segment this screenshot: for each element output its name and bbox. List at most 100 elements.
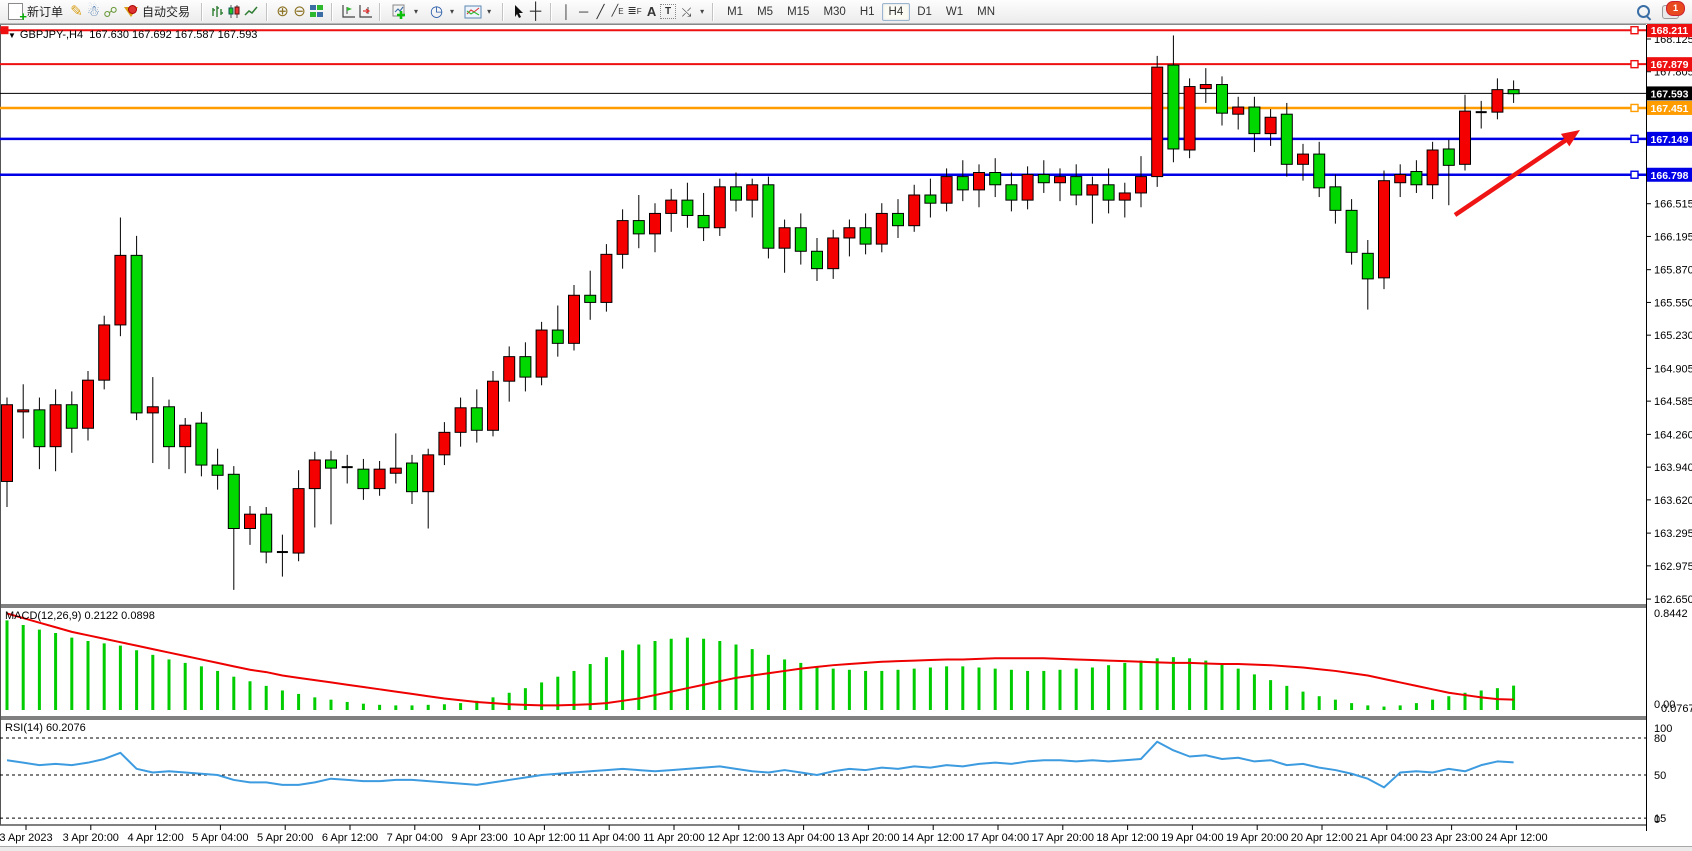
timeframe-M30[interactable]: M30 — [816, 3, 852, 21]
candle-body — [83, 380, 94, 428]
chevron-down-icon: ▾ — [487, 7, 491, 16]
candle-body — [471, 408, 482, 431]
templates-button[interactable]: ▾ — [459, 4, 496, 20]
timeframe-H4[interactable]: H4 — [882, 3, 911, 21]
timeframe-M1[interactable]: M1 — [720, 3, 750, 21]
trendline-icon[interactable]: ╱ — [592, 3, 609, 20]
line-end-marker[interactable] — [1631, 135, 1638, 142]
horizontal-line-icon[interactable]: ─ — [575, 3, 592, 20]
candle-body — [34, 410, 45, 447]
price-tick-label: 162.975 — [1654, 561, 1692, 573]
price-badge-label: 167.593 — [1651, 88, 1689, 100]
line-chart-icon[interactable] — [243, 3, 260, 20]
candle-body — [1362, 253, 1373, 279]
clock-icon: ◷ — [428, 3, 445, 20]
auto-trading-button[interactable]: 自动交易 — [119, 2, 195, 21]
price-tick-label: 165.870 — [1654, 265, 1692, 277]
auto-scroll-icon[interactable] — [356, 3, 373, 20]
candle-body — [390, 468, 401, 473]
line-start-marker[interactable] — [1, 27, 8, 34]
time-label: 20 Apr 12:00 — [1291, 832, 1353, 844]
time-label: 19 Apr 20:00 — [1226, 832, 1288, 844]
candle-body — [957, 177, 968, 190]
candle-body — [1038, 175, 1049, 183]
candle-body — [131, 255, 142, 413]
macd-scale-max: 0.8442 — [1654, 608, 1688, 620]
timeframe-W1[interactable]: W1 — [939, 3, 970, 21]
time-label: 17 Apr 20:00 — [1032, 832, 1094, 844]
line-end-marker[interactable] — [1631, 104, 1638, 111]
candle — [99, 316, 110, 390]
time-label: 11 Apr 04:00 — [578, 832, 640, 844]
candle-body — [1395, 175, 1406, 183]
time-label: 5 Apr 20:00 — [257, 832, 313, 844]
candle — [131, 236, 142, 420]
cursor-icon[interactable] — [510, 3, 527, 20]
candle-body — [812, 251, 823, 268]
toolbar-separator — [379, 3, 381, 21]
candle-body — [1022, 175, 1033, 201]
timeframe-M5[interactable]: M5 — [750, 3, 780, 21]
bar-chart-icon[interactable] — [209, 3, 226, 20]
candle-body — [50, 405, 61, 447]
crosshair-icon[interactable]: ┼ — [527, 3, 544, 20]
timeframe-H1[interactable]: H1 — [853, 3, 882, 21]
candle — [1379, 170, 1390, 289]
signal-icon[interactable]: ☍ — [102, 3, 119, 20]
candle-body — [293, 489, 304, 553]
candlestick-icon[interactable] — [226, 3, 243, 20]
fibonacci-icon[interactable]: ≣F — [626, 3, 643, 20]
community-chat-button[interactable]: 1 — [1662, 5, 1679, 19]
search-icon[interactable] — [1635, 3, 1652, 20]
styler-icon[interactable]: ✎ — [68, 3, 85, 20]
text-label-icon[interactable]: T — [660, 4, 676, 19]
chevron-down-icon: ▾ — [414, 7, 418, 16]
candle-body — [18, 410, 29, 412]
candle-body — [1427, 150, 1438, 185]
time-label: 9 Apr 23:00 — [451, 832, 507, 844]
timeframe-group: M1M5M15M30H1H4D1W1MN — [717, 1, 1005, 23]
expand-triangle-icon[interactable]: ▼ — [8, 31, 16, 40]
line-end-marker[interactable] — [1631, 171, 1638, 178]
community-icon[interactable]: ☃ — [85, 3, 102, 20]
time-label: 7 Apr 04:00 — [387, 832, 443, 844]
price-tick-label: 164.905 — [1654, 363, 1692, 375]
candle-body — [164, 407, 175, 447]
price-tick-label: 162.650 — [1654, 594, 1692, 606]
text-icon[interactable]: A — [643, 3, 660, 20]
timeframe-D1[interactable]: D1 — [910, 3, 939, 21]
toolbar-separator — [201, 3, 203, 21]
price-tick-label: 163.620 — [1654, 495, 1692, 507]
candle-body — [1233, 107, 1244, 114]
candle-body — [941, 177, 952, 204]
candle-body — [1217, 85, 1228, 114]
indicators-button[interactable]: ▾ — [387, 3, 423, 21]
line-end-marker[interactable] — [1631, 61, 1638, 68]
candle-body — [731, 187, 742, 200]
tile-windows-icon[interactable] — [308, 3, 325, 20]
candle-body — [1087, 185, 1098, 195]
time-label: 6 Apr 12:00 — [322, 832, 378, 844]
rsi-scale-label: 0 — [1654, 814, 1660, 826]
vertical-line-icon[interactable]: │ — [558, 3, 575, 20]
candle-body — [1411, 171, 1422, 184]
timeframe-MN[interactable]: MN — [970, 3, 1002, 21]
time-label: 24 Apr 12:00 — [1485, 832, 1547, 844]
new-order-button[interactable]: 新订单 — [3, 2, 68, 21]
zoom-in-icon[interactable]: ⊕ — [274, 3, 291, 20]
candle — [1184, 78, 1195, 158]
candle-body — [488, 381, 499, 430]
chart-canvas[interactable]: 168.125167.805166.515166.195165.870165.5… — [0, 0, 1692, 851]
chart-shift-icon[interactable] — [339, 3, 356, 20]
candle-body — [1379, 181, 1390, 278]
candle-body — [520, 357, 531, 377]
line-end-marker[interactable] — [1631, 27, 1638, 34]
periods-button[interactable]: ◷ ▾ — [423, 2, 459, 21]
timeframe-M15[interactable]: M15 — [780, 3, 816, 21]
channel-icon[interactable]: ╱E — [609, 3, 626, 20]
candle-body — [747, 185, 758, 200]
zoom-out-icon[interactable]: ⊖ — [291, 3, 308, 20]
toolbar-separator — [550, 3, 552, 21]
arrows-button[interactable]: ⤯ ▾ — [676, 2, 706, 21]
time-label: 13 Apr 04:00 — [772, 832, 834, 844]
